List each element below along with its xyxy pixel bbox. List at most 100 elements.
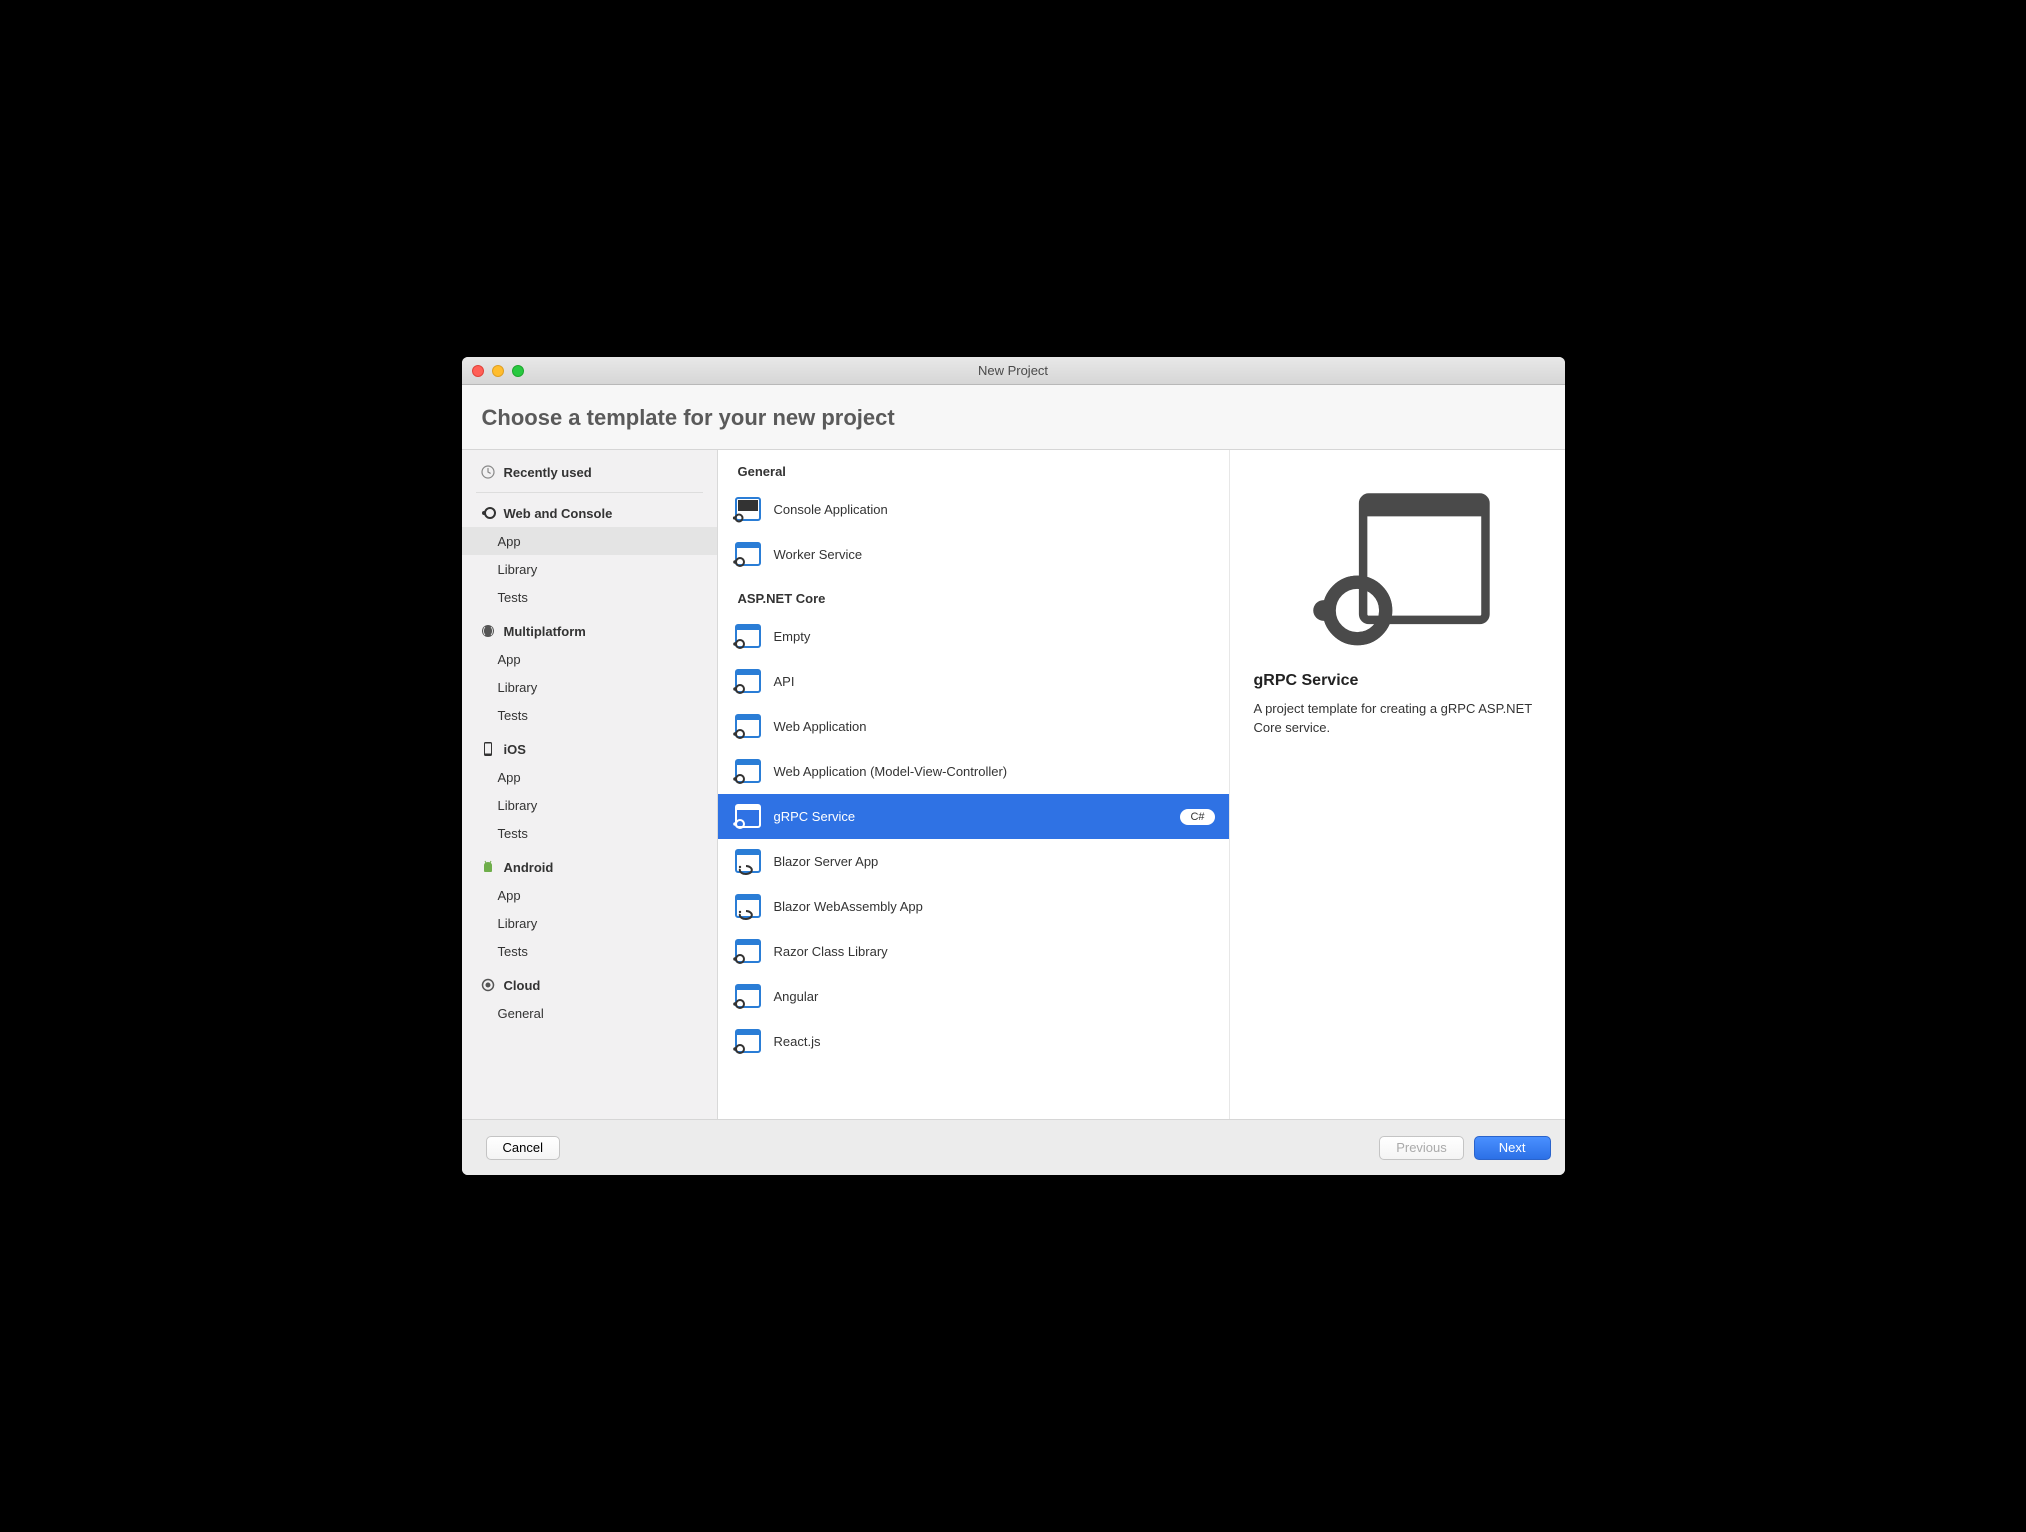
sidebar-item[interactable]: General xyxy=(462,999,717,1027)
template-item[interactable]: Empty xyxy=(718,614,1229,659)
template-item[interactable]: Razor Class Library xyxy=(718,929,1229,974)
template-label: Empty xyxy=(774,629,1215,644)
sidebar-item-label: Tests xyxy=(498,826,528,841)
template-item[interactable]: Web Application (Model-View-Controller) xyxy=(718,749,1229,794)
template-icon xyxy=(732,623,762,651)
template-icon xyxy=(732,893,762,921)
template-label: Worker Service xyxy=(774,547,1215,562)
divider xyxy=(476,492,703,493)
sidebar-item[interactable]: Library xyxy=(462,791,717,819)
template-item[interactable]: API xyxy=(718,659,1229,704)
category-label: Android xyxy=(504,860,554,875)
dialog-footer: Cancel Previous Next xyxy=(462,1119,1565,1175)
sidebar-category[interactable]: Multiplatform xyxy=(462,617,717,645)
template-item[interactable]: gRPC Service C# xyxy=(718,794,1229,839)
cancel-button[interactable]: Cancel xyxy=(486,1136,560,1160)
minimize-window-button[interactable] xyxy=(492,365,504,377)
sidebar-item[interactable]: Library xyxy=(462,555,717,583)
next-button[interactable]: Next xyxy=(1474,1136,1551,1160)
template-icon xyxy=(732,983,762,1011)
sidebar-item-label: Tests xyxy=(498,708,528,723)
clock-icon xyxy=(480,464,496,480)
template-icon xyxy=(732,713,762,741)
sidebar-item-label: Library xyxy=(498,562,538,577)
template-label: Razor Class Library xyxy=(774,944,1215,959)
sidebar-item-label: App xyxy=(498,652,521,667)
label: Recently used xyxy=(504,465,592,480)
template-icon xyxy=(732,803,762,831)
sidebar-item-label: Tests xyxy=(498,590,528,605)
template-title: gRPC Service xyxy=(1254,672,1541,690)
android-icon xyxy=(480,859,496,875)
phone-icon xyxy=(480,741,496,757)
template-icon xyxy=(732,541,762,569)
category-sidebar: Recently used Web and Console App Library T… xyxy=(462,450,718,1119)
template-details-panel: gRPC Service A project template for crea… xyxy=(1230,450,1565,1119)
category-label: Cloud xyxy=(504,978,541,993)
template-label: Blazor WebAssembly App xyxy=(774,899,1215,914)
cloud-icon xyxy=(480,977,496,993)
template-icon xyxy=(732,1028,762,1056)
sidebar-item-label: Library xyxy=(498,680,538,695)
template-item[interactable]: Console Application xyxy=(718,487,1229,532)
template-list: General Console Application Worker Service… xyxy=(718,450,1230,1119)
template-label: Blazor Server App xyxy=(774,854,1215,869)
sidebar-category[interactable]: iOS xyxy=(462,735,717,763)
titlebar: New Project xyxy=(462,357,1565,385)
window-controls xyxy=(472,365,524,377)
multiplatform-icon xyxy=(480,623,496,639)
category-label: iOS xyxy=(504,742,526,757)
sidebar-item-label: General xyxy=(498,1006,544,1021)
sidebar-item-label: Library xyxy=(498,916,538,931)
sidebar-item[interactable]: Tests xyxy=(462,937,717,965)
template-label: Console Application xyxy=(774,502,1215,517)
close-window-button[interactable] xyxy=(472,365,484,377)
template-label: React.js xyxy=(774,1034,1215,1049)
template-icon xyxy=(732,496,762,524)
category-label: Multiplatform xyxy=(504,624,586,639)
template-label: gRPC Service xyxy=(774,809,1169,824)
template-icon xyxy=(732,758,762,786)
sidebar-item[interactable]: App xyxy=(462,881,717,909)
template-label: API xyxy=(774,674,1215,689)
sidebar-category[interactable]: Web and Console xyxy=(462,499,717,527)
dialog-heading: Choose a template for your new project xyxy=(482,405,1545,431)
zoom-window-button[interactable] xyxy=(512,365,524,377)
sidebar-item[interactable]: Library xyxy=(462,673,717,701)
sidebar-recently-used[interactable]: Recently used xyxy=(462,458,717,486)
template-label: Web Application xyxy=(774,719,1215,734)
template-label: Angular xyxy=(774,989,1215,1004)
template-icon xyxy=(732,848,762,876)
sidebar-item[interactable]: Tests xyxy=(462,583,717,611)
sidebar-item[interactable]: Tests xyxy=(462,819,717,847)
sidebar-item-label: Library xyxy=(498,798,538,813)
previous-button[interactable]: Previous xyxy=(1379,1136,1464,1160)
new-project-dialog: New Project Choose a template for your n… xyxy=(462,357,1565,1175)
dotnet-icon xyxy=(480,505,496,521)
template-item[interactable]: Blazor WebAssembly App xyxy=(718,884,1229,929)
template-item[interactable]: Blazor Server App xyxy=(718,839,1229,884)
dialog-header: Choose a template for your new project xyxy=(462,385,1565,450)
template-label: Web Application (Model-View-Controller) xyxy=(774,764,1215,779)
sidebar-item[interactable]: App xyxy=(462,645,717,673)
template-item[interactable]: Worker Service xyxy=(718,532,1229,577)
sidebar-item[interactable]: Library xyxy=(462,909,717,937)
sidebar-item[interactable]: App xyxy=(462,527,717,555)
template-item[interactable]: React.js xyxy=(718,1019,1229,1064)
template-description: A project template for creating a gRPC A… xyxy=(1254,700,1541,738)
sidebar-category[interactable]: Android xyxy=(462,853,717,881)
dialog-body: Recently used Web and Console App Library T… xyxy=(462,450,1565,1119)
language-badge: C# xyxy=(1180,809,1214,825)
template-group-header: ASP.NET Core xyxy=(718,577,1229,614)
category-label: Web and Console xyxy=(504,506,613,521)
sidebar-item-label: App xyxy=(498,888,521,903)
template-item[interactable]: Web Application xyxy=(718,704,1229,749)
template-large-icon xyxy=(1302,490,1492,650)
sidebar-item-label: App xyxy=(498,770,521,785)
template-group-header: General xyxy=(718,450,1229,487)
sidebar-category[interactable]: Cloud xyxy=(462,971,717,999)
sidebar-item-label: App xyxy=(498,534,521,549)
sidebar-item[interactable]: App xyxy=(462,763,717,791)
sidebar-item[interactable]: Tests xyxy=(462,701,717,729)
template-item[interactable]: Angular xyxy=(718,974,1229,1019)
